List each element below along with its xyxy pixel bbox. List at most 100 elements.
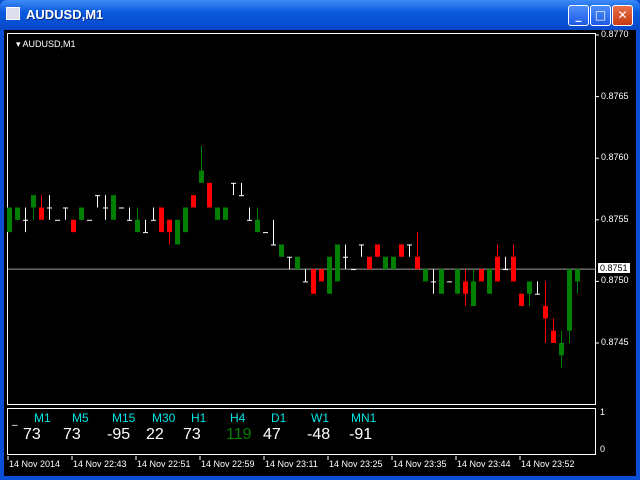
candle-body xyxy=(111,195,116,220)
indicator-panel[interactable]: _ M1 73 M5 73 M15 -95 M30 22 H1 73 H4 119 D1 47 W1 -48 M… xyxy=(7,408,596,455)
candle xyxy=(7,207,12,233)
candle xyxy=(127,207,132,221)
timeframe-label-m30: M30 xyxy=(152,411,176,425)
title-bar[interactable]: AUDUSD,M1 _ □ ✕ xyxy=(0,0,640,30)
candle-body xyxy=(551,330,556,343)
candle-body xyxy=(15,207,20,220)
candle-body xyxy=(391,256,396,270)
candle xyxy=(351,269,356,271)
indicator-prefix: _ xyxy=(12,413,18,426)
candle-body xyxy=(527,281,532,294)
candle xyxy=(111,195,116,220)
timeframe-label-h1: H1 xyxy=(191,411,207,425)
candle-body xyxy=(295,256,300,270)
candle-body xyxy=(519,293,524,307)
candle-body xyxy=(335,244,340,282)
candle xyxy=(399,244,404,257)
candle xyxy=(23,207,28,233)
candle-body xyxy=(471,281,476,307)
timeframe-value-h1: 73 xyxy=(183,426,201,443)
minimize-button[interactable]: _ xyxy=(568,5,589,26)
timeframe-label-m15: M15 xyxy=(112,411,136,425)
candle xyxy=(415,232,420,270)
candle-body xyxy=(455,269,460,294)
timeframe-value-m1: 73 xyxy=(23,426,41,443)
candle xyxy=(311,269,316,294)
candle xyxy=(143,219,148,234)
candle-body xyxy=(375,244,380,257)
candle xyxy=(39,195,44,220)
candle-body xyxy=(31,195,36,208)
candle-body xyxy=(135,219,140,233)
price-axis-label: 0.8770 xyxy=(601,29,629,39)
candle xyxy=(287,256,292,270)
candle-body xyxy=(495,256,500,282)
candle xyxy=(303,269,308,283)
candle xyxy=(175,219,180,245)
candle xyxy=(223,207,228,220)
candle xyxy=(367,256,372,270)
candle-body xyxy=(439,269,444,294)
candle xyxy=(191,195,196,208)
candle xyxy=(159,207,164,233)
candle-body xyxy=(175,219,180,245)
price-axis-label: 0.8765 xyxy=(601,90,629,101)
candle xyxy=(87,219,92,221)
price-axis-label: 0.8760 xyxy=(601,152,629,163)
time-axis-label: 14 Nov 22:59 xyxy=(201,459,255,469)
window-title: AUDUSD,M1 xyxy=(26,7,104,22)
time-axis-label: 14 Nov 23:44 xyxy=(457,459,511,469)
candle-body xyxy=(423,269,428,282)
candle xyxy=(383,256,388,270)
candle-body xyxy=(559,343,564,356)
candle-body xyxy=(463,281,468,294)
candle-body xyxy=(191,195,196,208)
candle xyxy=(359,244,364,257)
indicator-scale-max: 1 xyxy=(600,407,606,417)
candle xyxy=(255,207,260,233)
candle xyxy=(271,219,276,246)
candle xyxy=(247,207,252,221)
candle xyxy=(487,269,492,294)
bid-price-label: 0.8751 xyxy=(598,263,630,274)
candle xyxy=(495,244,500,282)
candle xyxy=(391,256,396,270)
timeframe-value-w1: -48 xyxy=(307,426,331,443)
candle xyxy=(15,207,20,220)
time-axis-label: 14 Nov 22:43 xyxy=(73,459,127,469)
close-button[interactable]: ✕ xyxy=(612,5,633,26)
candle-body xyxy=(575,269,580,282)
indicator-scale-min: 0 xyxy=(600,444,606,454)
candle xyxy=(55,219,60,221)
chart-window[interactable]: ▾ AUDUSD,M1 0.8751 _ M1 73 M5 73 M15 -95 M30 22… xyxy=(4,29,636,476)
candle xyxy=(471,269,476,307)
time-axis-label: 14 Nov 23:35 xyxy=(393,459,447,469)
candle-body xyxy=(199,170,204,183)
candle xyxy=(199,145,204,183)
candle xyxy=(455,269,460,294)
price-axis-label: 0.8755 xyxy=(601,213,629,224)
timeframe-label-mn1: MN1 xyxy=(351,411,377,425)
candle xyxy=(135,207,140,233)
candle-body xyxy=(159,207,164,233)
time-axis-label: 14 Nov 23:25 xyxy=(329,459,383,469)
candle-body xyxy=(215,207,220,220)
candle-body xyxy=(567,269,572,331)
candle xyxy=(407,244,412,257)
candle-body xyxy=(479,269,484,282)
maximize-button[interactable]: □ xyxy=(590,5,611,26)
timeframe-value-m30: 22 xyxy=(146,426,164,443)
time-axis-label: 14 Nov 2014 xyxy=(9,459,61,469)
candle xyxy=(71,219,76,233)
chart-window-icon xyxy=(6,7,20,20)
candle xyxy=(335,244,340,282)
candle xyxy=(519,293,524,307)
candle xyxy=(119,207,124,209)
candle-body xyxy=(399,244,404,257)
candle-body xyxy=(39,207,44,220)
price-axis-label: 0.8750 xyxy=(601,275,629,286)
candle xyxy=(103,195,108,220)
candle xyxy=(319,269,324,282)
candle xyxy=(511,244,516,282)
candle-body xyxy=(207,182,212,208)
